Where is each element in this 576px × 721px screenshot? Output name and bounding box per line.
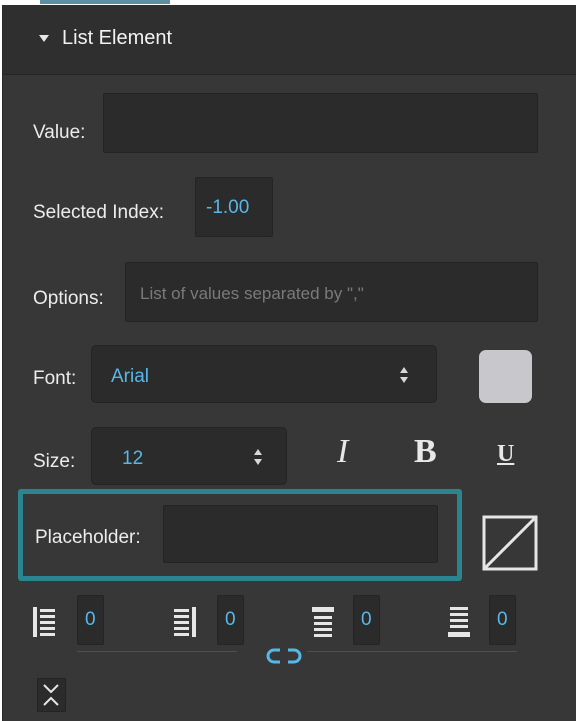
selected-index-label: Selected Index: bbox=[33, 202, 164, 223]
value-label: Value: bbox=[33, 122, 86, 143]
size-select-arrows-icon bbox=[254, 449, 262, 465]
size-label: Size: bbox=[33, 451, 76, 472]
size-value: 12 bbox=[122, 448, 144, 469]
no-background-icon[interactable] bbox=[482, 515, 538, 571]
options-placeholder: List of values separated by "," bbox=[140, 284, 364, 303]
list-element-panel: List Element Value: Selected Index: -1.0… bbox=[2, 5, 576, 721]
value-input[interactable] bbox=[103, 93, 538, 153]
align-left-icon[interactable] bbox=[33, 607, 55, 637]
font-color-swatch[interactable] bbox=[479, 350, 532, 403]
padding-bottom-input[interactable]: 0 bbox=[489, 595, 516, 645]
options-label: Options: bbox=[33, 288, 104, 309]
options-input[interactable]: List of values separated by "," bbox=[125, 262, 538, 322]
font-select[interactable]: Arial bbox=[91, 345, 437, 403]
padding-right-input[interactable]: 0 bbox=[217, 595, 244, 645]
size-select[interactable]: 12 bbox=[91, 427, 287, 485]
padding-connector-left bbox=[77, 651, 237, 652]
padding-bottom-value: 0 bbox=[497, 609, 508, 630]
font-label: Font: bbox=[33, 368, 77, 389]
collapse-arrows-button[interactable] bbox=[37, 678, 66, 712]
align-top-icon[interactable] bbox=[312, 607, 334, 637]
bold-button[interactable]: B bbox=[414, 435, 437, 469]
section-title: List Element bbox=[62, 27, 173, 49]
underline-button[interactable]: U bbox=[497, 437, 514, 471]
active-tab-indicator bbox=[40, 0, 170, 4]
placeholder-input[interactable] bbox=[163, 505, 438, 563]
selected-index-input[interactable]: -1.00 bbox=[195, 177, 273, 237]
padding-top-input[interactable]: 0 bbox=[353, 595, 380, 645]
align-bottom-icon[interactable] bbox=[448, 607, 470, 637]
padding-top-value: 0 bbox=[361, 609, 372, 630]
padding-right-value: 0 bbox=[225, 609, 236, 630]
collapse-arrows-icon bbox=[43, 684, 59, 706]
padding-connector-right bbox=[307, 651, 517, 652]
padding-left-value: 0 bbox=[85, 609, 96, 630]
placeholder-label: Placeholder: bbox=[35, 527, 141, 548]
section-header[interactable]: List Element bbox=[3, 5, 576, 75]
padding-left-input[interactable]: 0 bbox=[77, 595, 104, 645]
font-select-arrows-icon bbox=[400, 367, 408, 383]
font-value: Arial bbox=[111, 366, 150, 387]
collapse-triangle-icon[interactable] bbox=[39, 35, 49, 42]
align-right-icon[interactable] bbox=[174, 607, 196, 637]
italic-button[interactable]: I bbox=[337, 435, 348, 469]
link-icon[interactable] bbox=[266, 647, 302, 665]
selected-index-value: -1.00 bbox=[206, 197, 250, 218]
